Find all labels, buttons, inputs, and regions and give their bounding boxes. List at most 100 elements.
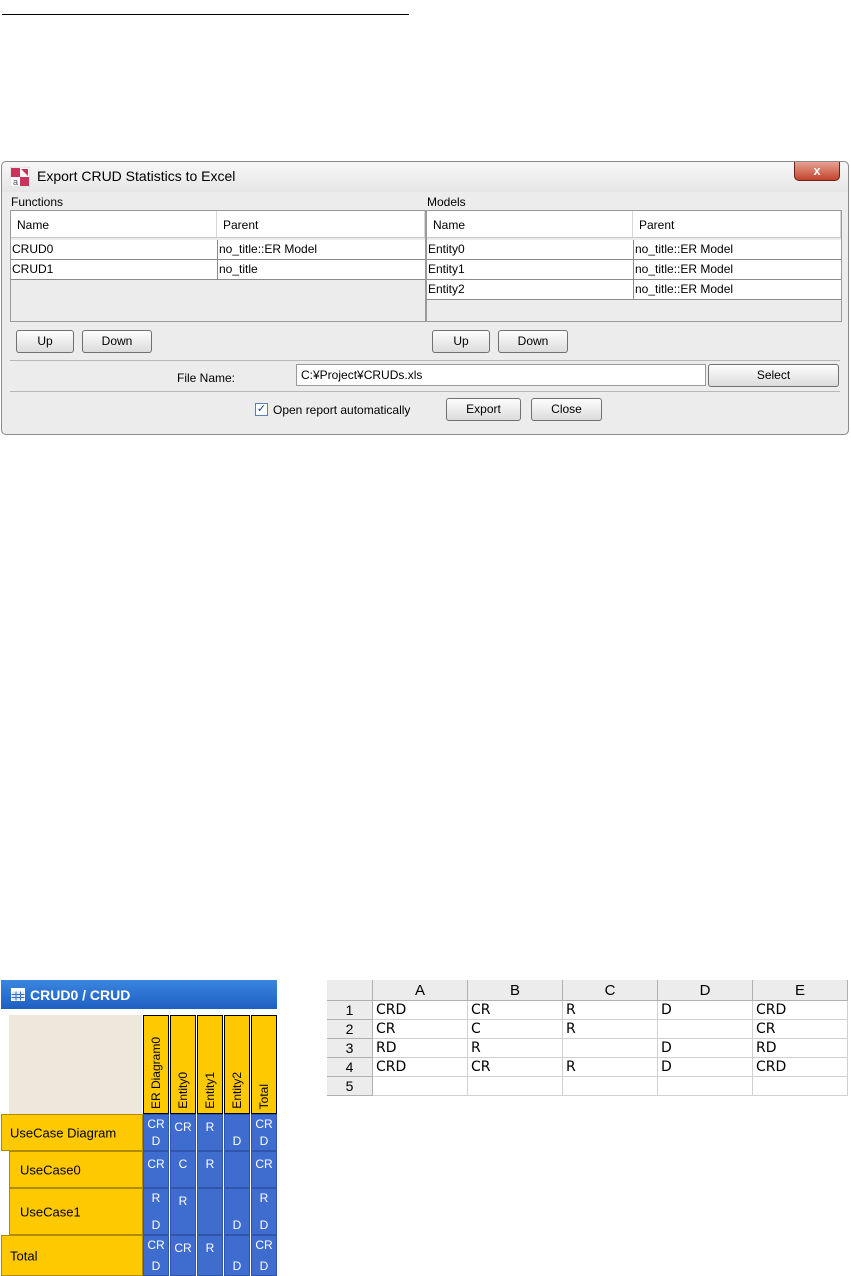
spreadsheet-cell[interactable]: R — [563, 1020, 658, 1039]
model-name-cell: Entity1 — [428, 262, 465, 276]
spreadsheet-cell[interactable] — [658, 1077, 753, 1096]
window-close-button[interactable]: x — [794, 162, 840, 181]
select-all-corner[interactable] — [327, 980, 373, 1001]
models-column-name[interactable]: Name — [427, 211, 633, 237]
spreadsheet-column-header[interactable]: C — [563, 980, 658, 1001]
matrix-cell[interactable]: D — [224, 1114, 250, 1151]
matrix-column-label: Entity2 — [230, 1072, 244, 1109]
matrix-cell-line: D — [259, 1259, 269, 1273]
spreadsheet-cell[interactable]: CRD — [753, 1001, 848, 1020]
spreadsheet-cell[interactable]: D — [658, 1058, 753, 1077]
spreadsheet-cell[interactable]: C — [468, 1020, 563, 1039]
spreadsheet-cell[interactable] — [373, 1077, 468, 1096]
spreadsheet-cell[interactable]: CR — [468, 1001, 563, 1020]
spreadsheet-row-header[interactable]: 4 — [327, 1058, 373, 1077]
matrix-cell[interactable]: R — [197, 1151, 223, 1188]
spreadsheet-column-header[interactable]: E — [753, 980, 848, 1001]
matrix-row-header[interactable]: UseCase0 — [9, 1151, 143, 1188]
matrix-cell[interactable]: RD — [143, 1188, 169, 1235]
spreadsheet-row-header[interactable]: 1 — [327, 1001, 373, 1020]
matrix-row-header[interactable]: UseCase1 — [9, 1188, 143, 1235]
functions-column-parent[interactable]: Parent — [217, 211, 425, 237]
matrix-cell[interactable]: CR D — [143, 1235, 169, 1276]
spreadsheet-cell[interactable]: R — [563, 1001, 658, 1020]
select-file-button[interactable]: Select — [708, 364, 839, 387]
open-report-checkbox[interactable]: ✓ — [255, 403, 268, 416]
matrix-cell[interactable]: CR — [170, 1235, 196, 1276]
matrix-cell[interactable]: CR — [143, 1151, 169, 1188]
functions-down-button[interactable]: Down — [82, 330, 152, 353]
spreadsheet-column-header[interactable]: A — [373, 980, 468, 1001]
functions-section-label: Functions — [11, 195, 64, 209]
matrix-cell[interactable]: CR — [251, 1151, 277, 1188]
matrix-cell[interactable]: R — [170, 1188, 196, 1235]
spreadsheet-cell[interactable] — [468, 1077, 563, 1096]
matrix-row-header[interactable]: UseCase Diagram — [1, 1114, 143, 1151]
spreadsheet-cell[interactable]: CR — [373, 1020, 468, 1039]
matrix-cell[interactable]: C — [170, 1151, 196, 1188]
matrix-column-header[interactable]: Entity1 — [197, 1015, 223, 1114]
spreadsheet-cell[interactable]: D — [658, 1001, 753, 1020]
matrix-cell-line: D — [151, 1134, 161, 1148]
file-name-label: File Name: — [177, 371, 236, 385]
model-parent-cell: no_title::ER Model — [633, 260, 841, 279]
spreadsheet-cell[interactable] — [563, 1077, 658, 1096]
spreadsheet-cell[interactable] — [658, 1020, 753, 1039]
spreadsheet-cell[interactable] — [563, 1039, 658, 1058]
models-table-row[interactable]: Entity2 no_title::ER Model — [427, 280, 841, 300]
file-name-input[interactable]: C:¥Project¥CRUDs.xls — [296, 364, 706, 386]
open-report-label: Open report automatically — [273, 403, 411, 417]
models-down-button[interactable]: Down — [498, 330, 568, 353]
spreadsheet-cell[interactable]: RD — [373, 1039, 468, 1058]
spreadsheet-column-header[interactable]: B — [468, 980, 563, 1001]
spreadsheet-cell[interactable] — [753, 1077, 848, 1096]
models-up-button[interactable]: Up — [432, 330, 490, 353]
svg-text:a: a — [13, 177, 18, 187]
functions-table-row[interactable]: CRUD1 no_title — [11, 260, 425, 280]
spreadsheet-cell[interactable]: RD — [753, 1039, 848, 1058]
matrix-column-header[interactable]: ER Diagram0 — [143, 1015, 169, 1114]
matrix-cell[interactable]: CR D — [251, 1114, 277, 1151]
spreadsheet-cell[interactable]: CR — [468, 1058, 563, 1077]
models-table-row[interactable]: Entity1 no_title::ER Model — [427, 260, 841, 280]
spreadsheet-cell[interactable]: CRD — [753, 1058, 848, 1077]
matrix-cell[interactable]: CR D — [251, 1235, 277, 1276]
model-parent-cell: no_title::ER Model — [633, 240, 841, 259]
matrix-cell[interactable] — [197, 1188, 223, 1235]
matrix-cell[interactable]: RD — [251, 1188, 277, 1235]
export-button[interactable]: Export — [446, 398, 521, 421]
matrix-cell[interactable]: D — [224, 1188, 250, 1235]
models-table-row[interactable]: Entity0 no_title::ER Model — [427, 240, 841, 260]
spreadsheet-cell[interactable]: R — [468, 1039, 563, 1058]
matrix-title-bar: CRUD0 / CRUD — [1, 980, 277, 1009]
close-button[interactable]: Close — [531, 398, 602, 421]
export-crud-dialog: a Export CRUD Statistics to Excel x Func… — [1, 161, 849, 435]
spreadsheet-row-header[interactable]: 3 — [327, 1039, 373, 1058]
matrix-cell[interactable]: CR — [170, 1114, 196, 1151]
matrix-cell-line: D — [259, 1134, 269, 1148]
matrix-column-header[interactable]: Entity0 — [170, 1015, 196, 1114]
spreadsheet-cell[interactable]: CRD — [373, 1058, 468, 1077]
matrix-cell[interactable]: R — [197, 1235, 223, 1276]
spreadsheet-column-header[interactable]: D — [658, 980, 753, 1001]
matrix-cell-line: D — [151, 1218, 161, 1232]
spreadsheet-cell[interactable]: CRD — [373, 1001, 468, 1020]
matrix-cell[interactable] — [224, 1151, 250, 1188]
spreadsheet-row-header[interactable]: 2 — [327, 1020, 373, 1039]
matrix-column-header[interactable]: Total — [251, 1015, 277, 1114]
matrix-cell[interactable]: CR D — [143, 1114, 169, 1151]
functions-up-button[interactable]: Up — [16, 330, 74, 353]
matrix-row-header[interactable]: Total — [1, 1235, 143, 1276]
spreadsheet-row-header[interactable]: 5 — [327, 1077, 373, 1096]
functions-column-name[interactable]: Name — [11, 211, 217, 237]
spreadsheet-cell[interactable]: D — [658, 1039, 753, 1058]
models-column-parent[interactable]: Parent — [633, 211, 841, 237]
matrix-cell[interactable]: R — [197, 1114, 223, 1151]
functions-table-row[interactable]: CRUD0 no_title::ER Model — [11, 240, 425, 260]
spreadsheet-cell[interactable]: R — [563, 1058, 658, 1077]
matrix-cell-line: D — [232, 1134, 242, 1148]
matrix-cell[interactable]: D — [224, 1235, 250, 1276]
spreadsheet-cell[interactable]: CR — [753, 1020, 848, 1039]
matrix-row-label: UseCase0 — [20, 1162, 81, 1177]
matrix-column-header[interactable]: Entity2 — [224, 1015, 250, 1114]
